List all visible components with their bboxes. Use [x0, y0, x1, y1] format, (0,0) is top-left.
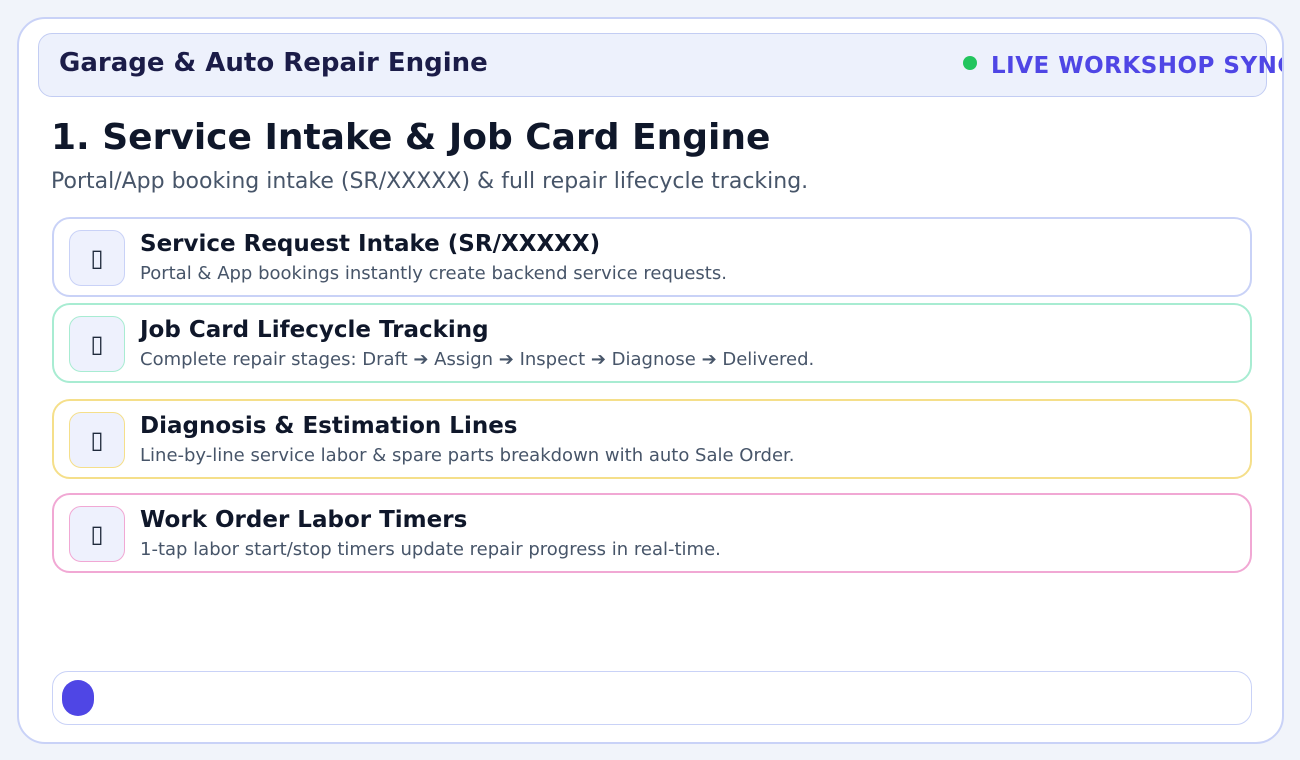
page-title: 1. Service Intake & Job Card Engine — [51, 117, 771, 158]
page-subtitle: Portal/App booking intake (SR/XXXXX) & f… — [51, 169, 809, 194]
status-dot-icon — [963, 56, 977, 70]
feature-title: Service Request Intake (SR/XXXXX) — [140, 231, 601, 257]
feature-card-job-card-lifecycle[interactable]: ▯ Job Card Lifecycle Tracking Complete r… — [52, 303, 1252, 383]
feature-card-service-request-intake[interactable]: ▯ Service Request Intake (SR/XXXXX) Port… — [52, 217, 1252, 297]
feature-title: Job Card Lifecycle Tracking — [140, 317, 489, 343]
feature-description: Line-by-line service labor & spare parts… — [140, 445, 795, 466]
feature-description: Portal & App bookings instantly create b… — [140, 263, 727, 284]
live-sync-indicator: LIVE WORKSHOP SYNC — [963, 53, 1284, 79]
estimate-icon: ▯ — [69, 412, 125, 468]
lifecycle-icon: ▯ — [69, 316, 125, 372]
feature-card-labor-timers[interactable]: ▯ Work Order Labor Timers 1-tap labor st… — [52, 493, 1252, 573]
app-window: Garage & Auto Repair Engine LIVE WORKSHO… — [17, 17, 1284, 744]
clipboard-icon: ▯ — [69, 230, 125, 286]
feature-description: 1-tap labor start/stop timers update rep… — [140, 539, 721, 560]
footer-bar — [52, 671, 1252, 725]
feature-card-diagnosis-estimation[interactable]: ▯ Diagnosis & Estimation Lines Line-by-l… — [52, 399, 1252, 479]
feature-description: Complete repair stages: Draft ➔ Assign ➔… — [140, 349, 815, 370]
footer-indicator[interactable] — [62, 680, 94, 716]
app-title: Garage & Auto Repair Engine — [59, 48, 488, 78]
feature-title: Work Order Labor Timers — [140, 507, 468, 533]
feature-title: Diagnosis & Estimation Lines — [140, 413, 518, 439]
live-sync-label: LIVE WORKSHOP SYNC — [991, 53, 1284, 79]
timer-icon: ▯ — [69, 506, 125, 562]
top-bar: Garage & Auto Repair Engine LIVE WORKSHO… — [38, 33, 1282, 97]
